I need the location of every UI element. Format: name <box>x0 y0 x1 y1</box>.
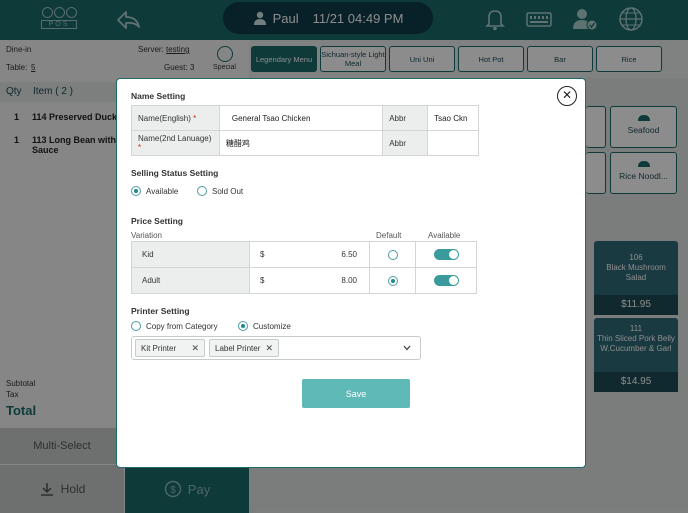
available-toggle[interactable] <box>415 241 477 268</box>
available-header: Available <box>428 231 461 240</box>
price-row: Kid $6.50 <box>131 241 477 268</box>
radio-checked-icon <box>131 186 141 196</box>
available-radio[interactable]: Available <box>131 186 178 196</box>
remove-icon[interactable]: ✕ <box>191 343 199 354</box>
radio-unchecked-icon <box>131 321 141 331</box>
name-setting-table: Name(English) * General Tsao Chicken Abb… <box>131 105 479 156</box>
available-toggle[interactable] <box>415 267 477 294</box>
printer-setting-title: Printer Setting <box>131 306 190 316</box>
abbr-label: Abbr <box>382 105 429 131</box>
price-input[interactable]: $8.00 <box>249 267 370 294</box>
default-header: Default <box>376 231 402 240</box>
radio-checked-icon <box>387 275 398 286</box>
item-setting-modal: ✕ Name Setting Name(English) * General T… <box>116 78 586 468</box>
name-second-language-label: Name(2nd Lanuage) * <box>131 130 220 156</box>
price-table: Kid $6.50 Adult $8.00 <box>131 241 477 294</box>
price-setting-title: Price Setting <box>131 216 183 226</box>
chevron-down-icon[interactable] <box>402 343 412 353</box>
default-radio[interactable] <box>369 241 416 268</box>
variation-header: Variation <box>131 231 162 240</box>
price-row: Adult $8.00 <box>131 267 477 294</box>
radio-unchecked-icon <box>197 186 207 196</box>
save-button[interactable]: Save <box>302 379 410 408</box>
abbr2-label: Abbr <box>382 130 429 156</box>
toggle-on-icon <box>433 249 459 260</box>
name-second-language-input[interactable]: 糖醋鸡 <box>218 130 384 156</box>
variation-name: Kid <box>131 241 250 268</box>
printer-chip: Label Printer ✕ <box>209 339 279 357</box>
name-setting-title: Name Setting <box>131 91 186 101</box>
variation-name: Adult <box>131 267 250 294</box>
remove-icon[interactable]: ✕ <box>265 343 273 354</box>
price-input[interactable]: $6.50 <box>249 241 370 268</box>
printer-chip: Kit Printer ✕ <box>135 339 205 357</box>
customize-radio[interactable]: Customize <box>238 321 291 331</box>
toggle-on-icon <box>433 275 459 286</box>
abbr2-input[interactable] <box>427 130 479 156</box>
copy-from-category-radio[interactable]: Copy from Category <box>131 321 218 331</box>
name-english-label: Name(English) * <box>131 105 220 131</box>
radio-checked-icon <box>238 321 248 331</box>
default-radio[interactable] <box>369 267 416 294</box>
radio-unchecked-icon <box>387 249 398 260</box>
printer-select[interactable]: Kit Printer ✕ Label Printer ✕ <box>131 336 421 360</box>
close-icon[interactable]: ✕ <box>557 86 577 106</box>
name-english-input[interactable]: General Tsao Chicken <box>218 105 384 131</box>
selling-status-title: Selling Status Setting <box>131 168 219 178</box>
abbr-input[interactable]: Tsao Ckn <box>427 105 479 131</box>
sold-out-radio[interactable]: Sold Out <box>197 186 243 196</box>
